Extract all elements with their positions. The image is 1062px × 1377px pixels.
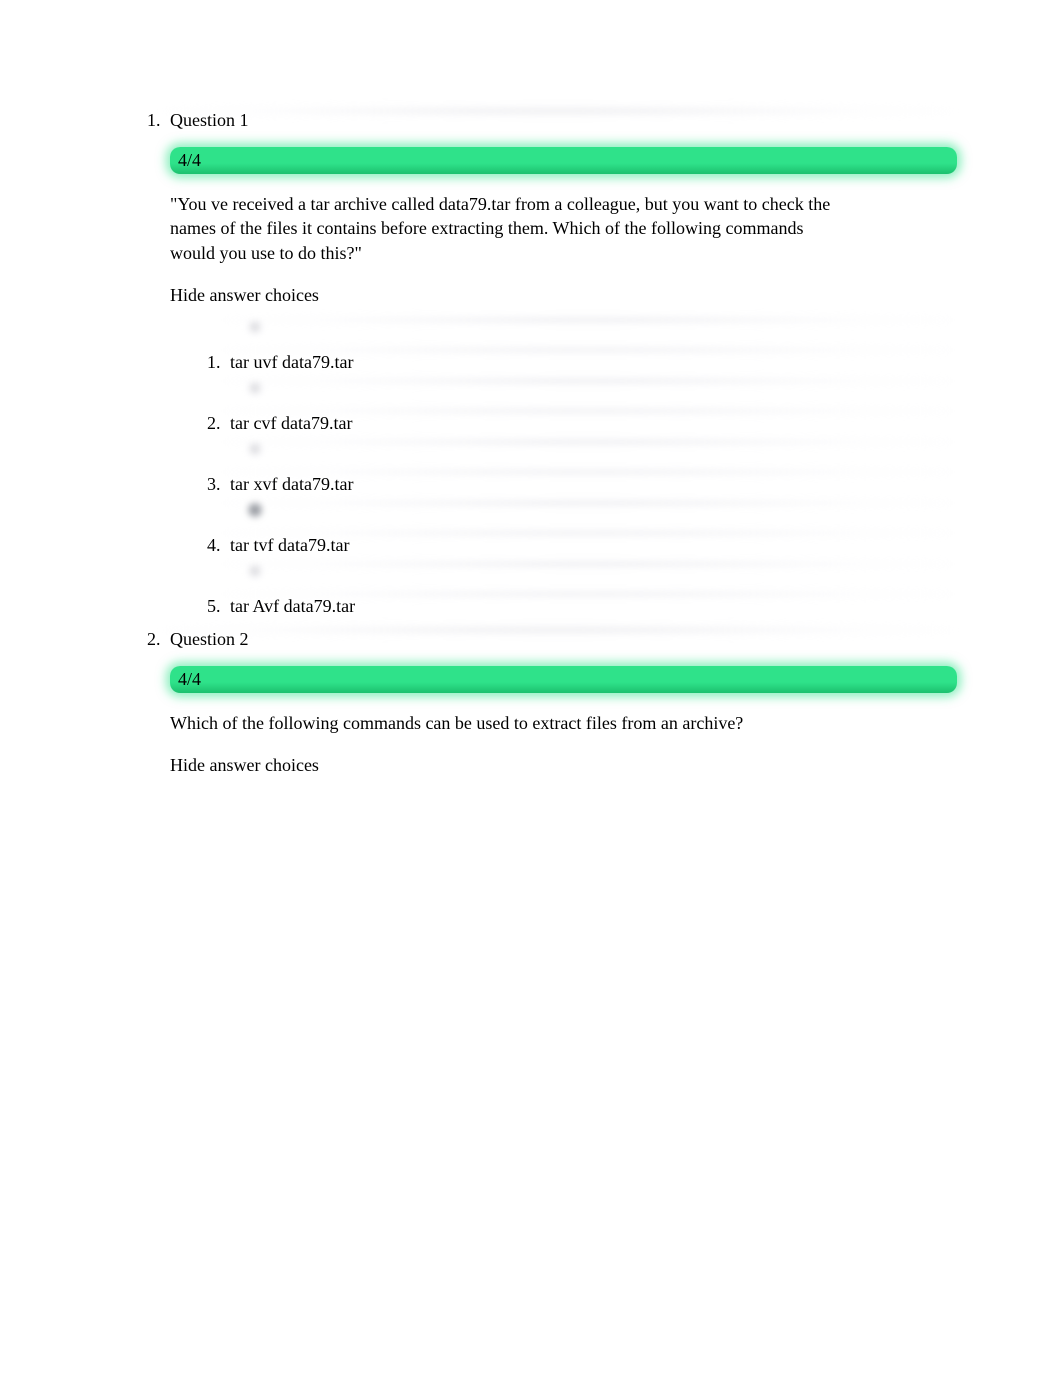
radio-unchecked-icon — [246, 318, 264, 336]
answer-choice-text: tar tvf data79.tar — [230, 535, 962, 556]
answer-choice-text: tar cvf data79.tar — [230, 413, 962, 434]
question-list: Question 1 4/4 "You ve received a tar ar… — [100, 110, 962, 776]
score-bar: 4/4 — [170, 147, 957, 174]
radio-unchecked-icon — [246, 440, 264, 458]
hide-answer-choices-toggle[interactable]: Hide answer choices — [170, 285, 962, 306]
radio-unchecked-icon — [246, 379, 264, 397]
answer-choice-5[interactable]: tar Avf data79.tar — [225, 562, 962, 617]
answer-choices-list: tar uvf data79.tar tar cvf data79.tar ta… — [170, 318, 962, 617]
answer-choice-2[interactable]: tar cvf data79.tar — [225, 379, 962, 434]
question-title: Question 2 — [170, 629, 962, 650]
answer-choice-text: tar xvf data79.tar — [230, 474, 962, 495]
answer-choice-3[interactable]: tar xvf data79.tar — [225, 440, 962, 495]
radio-checked-icon — [246, 501, 264, 519]
question-title: Question 1 — [170, 110, 962, 131]
answer-choice-text: tar uvf data79.tar — [230, 352, 962, 373]
score-bar: 4/4 — [170, 666, 957, 693]
question-item-1: Question 1 4/4 "You ve received a tar ar… — [165, 110, 962, 617]
question-item-2: Question 2 4/4 Which of the following co… — [165, 629, 962, 776]
answer-choice-text: tar Avf data79.tar — [230, 596, 962, 617]
radio-unchecked-icon — [246, 562, 264, 580]
hide-answer-choices-toggle[interactable]: Hide answer choices — [170, 755, 962, 776]
question-prompt: Which of the following commands can be u… — [170, 711, 840, 735]
answer-choice-1[interactable]: tar uvf data79.tar — [225, 318, 962, 373]
answer-choice-4[interactable]: tar tvf data79.tar — [225, 501, 962, 556]
question-prompt: "You ve received a tar archive called da… — [170, 192, 840, 265]
